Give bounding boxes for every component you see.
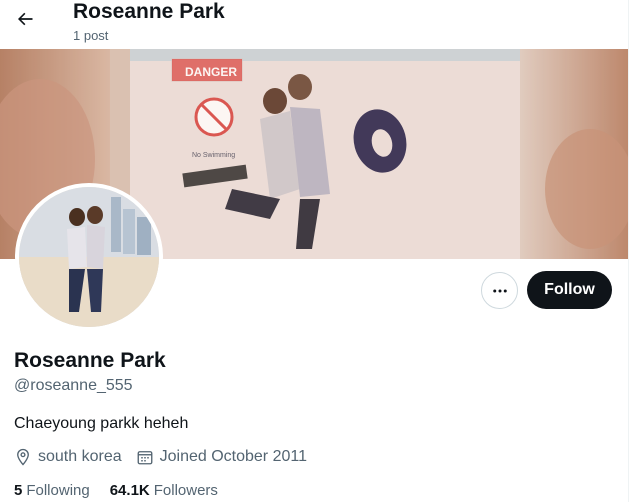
calendar-icon	[137, 451, 153, 465]
display-name: Roseanne Park	[14, 349, 166, 372]
header-title: Roseanne Park	[73, 0, 225, 23]
more-options-button[interactable]	[481, 272, 518, 309]
followers-count: 64.1K	[109, 482, 150, 499]
join-date: Joined October 2011	[136, 447, 307, 467]
followers-label: Followers	[153, 482, 218, 499]
arrow-left-icon	[18, 12, 33, 26]
profile-meta: south korea Joined October 2011	[14, 447, 321, 467]
avatar[interactable]	[15, 183, 163, 331]
join-date-text: Joined October 2011	[159, 448, 307, 465]
followers-link[interactable]: 64.1K Followers	[110, 481, 218, 501]
scrollbar-track[interactable]	[628, 0, 640, 502]
location-pin-icon	[17, 448, 29, 466]
following-label: Following	[26, 482, 90, 499]
location-text: south korea	[38, 448, 122, 465]
more-horizontal-icon	[492, 289, 507, 292]
profile-header: Roseanne Park 1 post	[0, 0, 628, 49]
following-count: 5	[14, 482, 23, 499]
follow-button[interactable]: Follow	[527, 271, 612, 309]
back-button[interactable]	[12, 6, 38, 32]
bio: Chaeyoung parkk heheh	[14, 415, 189, 432]
follow-stats: 5 Following 64.1K Followers	[14, 481, 238, 501]
user-handle: @roseanne_555	[14, 377, 133, 394]
post-count: 1 post	[73, 28, 109, 43]
avatar-image	[19, 187, 159, 327]
location: south korea	[14, 447, 122, 467]
following-link[interactable]: 5 Following	[14, 481, 90, 501]
